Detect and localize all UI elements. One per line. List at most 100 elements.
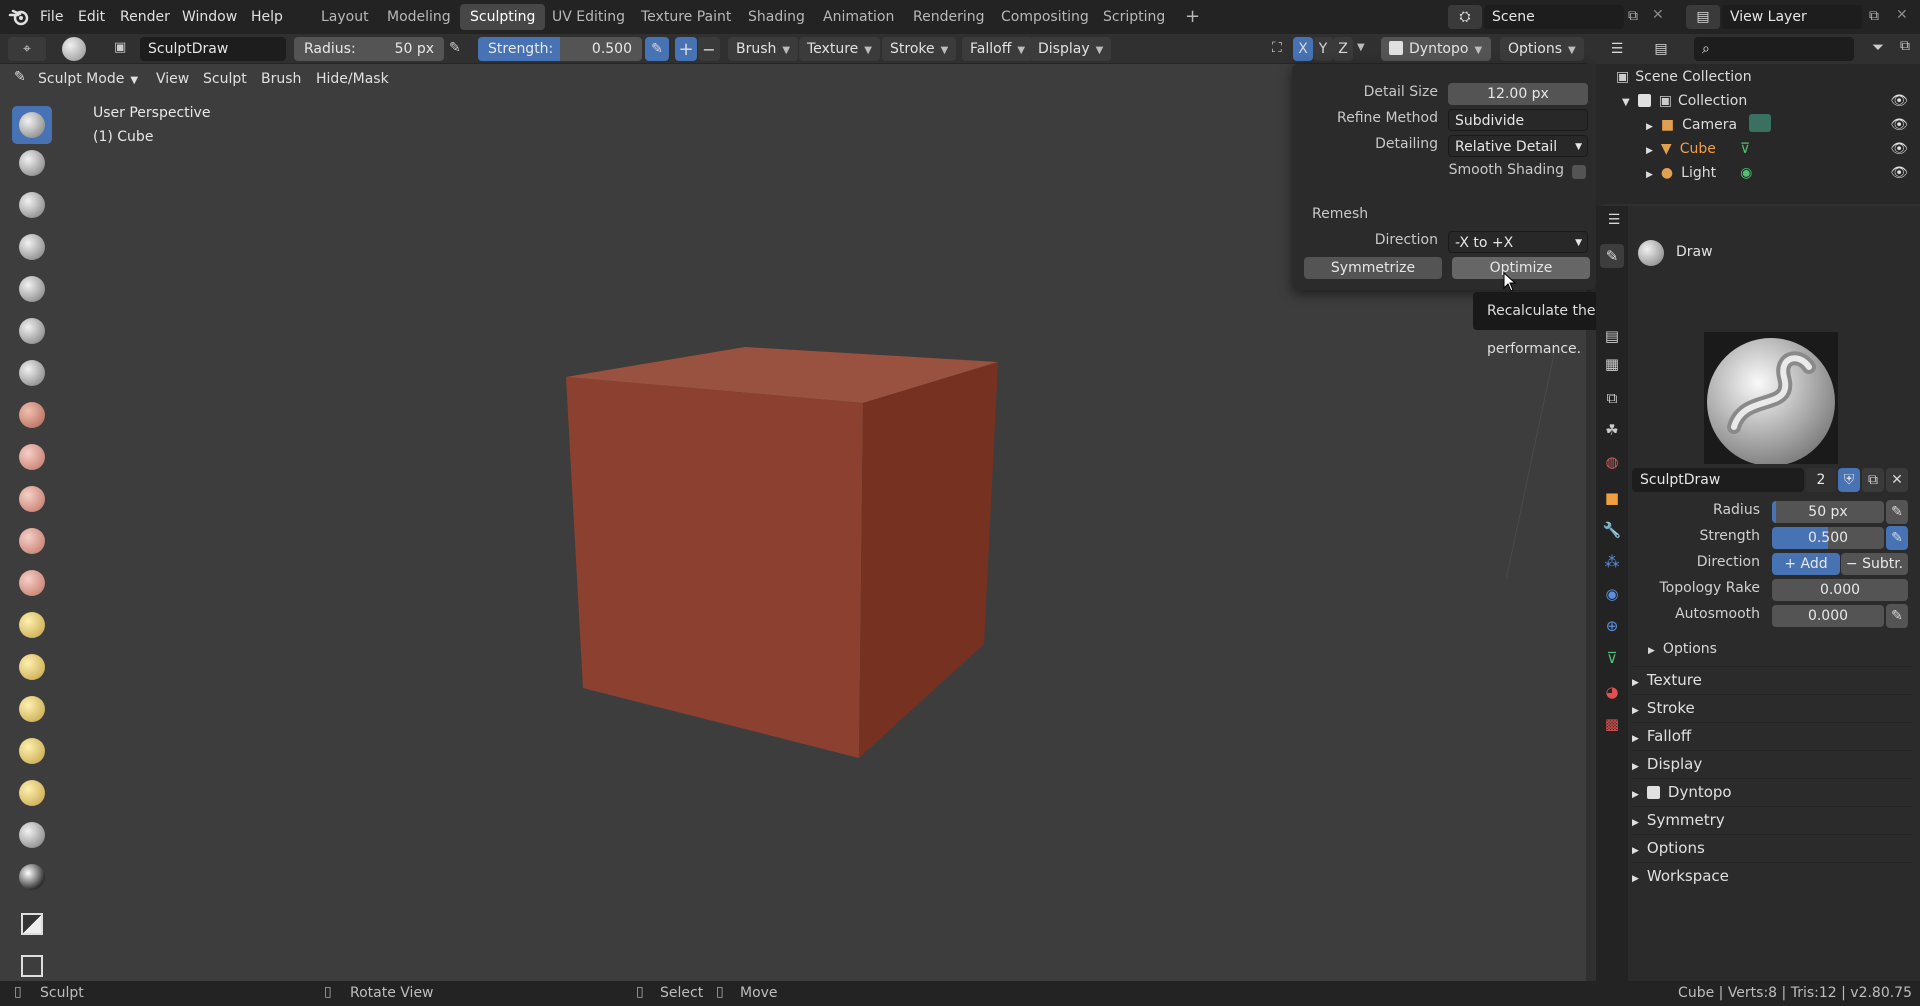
brush-datablock-icon[interactable]: ▣	[114, 40, 126, 55]
prop-direction-subtract-button[interactable]: − Subtr.	[1841, 553, 1908, 575]
delete-view-layer-icon[interactable]: ✕	[1896, 7, 1908, 23]
prop-direction-add-button[interactable]: + Add	[1772, 553, 1840, 575]
outliner-item-camera[interactable]: ▶ ■ Camera 👁	[1596, 113, 1920, 137]
new-view-layer-icon[interactable]: ⧉	[1869, 8, 1879, 24]
scene-name-field[interactable]: Scene	[1484, 5, 1624, 29]
scene-browse-icon[interactable]: ⛭	[1448, 5, 1482, 29]
eye-icon[interactable]: 👁	[1890, 161, 1908, 185]
tool-mask[interactable]	[12, 858, 52, 896]
unlink-brush-icon[interactable]: ✕	[1886, 468, 1908, 492]
panel-texture[interactable]: ▶ Texture	[1632, 666, 1912, 692]
properties-brush-name-field[interactable]: SculptDraw	[1632, 468, 1804, 492]
prop-autosmooth-field[interactable]: 0.000	[1772, 605, 1884, 627]
tool-inflate[interactable]	[12, 270, 52, 308]
tool-draw[interactable]	[12, 106, 52, 144]
panel-dyntopo[interactable]: ▶ Dyntopo	[1632, 778, 1912, 804]
tab-texture-icon[interactable]: ▩	[1600, 712, 1624, 736]
collection-checkbox[interactable]	[1637, 94, 1651, 107]
strength-pressure-icon[interactable]: ✎	[645, 37, 669, 61]
tool-crease[interactable]	[12, 354, 52, 392]
tab-constraints-icon[interactable]: ⊕	[1600, 614, 1624, 638]
tab-scripting[interactable]: Scripting	[1093, 4, 1175, 30]
direction-dropdown[interactable]: -X to +X ▼	[1448, 231, 1588, 253]
dyntopo-toggle[interactable]: Dyntopo ▼	[1381, 37, 1491, 61]
tab-texture-paint[interactable]: Texture Paint	[631, 4, 741, 30]
panel-falloff[interactable]: ▶ Falloff	[1632, 722, 1912, 748]
outliner-display-mode-icon[interactable]: ▤	[1644, 37, 1678, 61]
outliner-scene-collection[interactable]: ▣ Scene Collection	[1596, 65, 1920, 89]
menu-sculpt[interactable]: Sculpt	[203, 64, 247, 94]
axis-x-toggle[interactable]: X	[1293, 37, 1313, 61]
panel-symmetry[interactable]: ▶ Symmetry	[1632, 806, 1912, 832]
cube-object[interactable]	[560, 340, 1010, 760]
tool-clay-strips[interactable]	[12, 186, 52, 224]
delete-scene-icon[interactable]: ✕	[1652, 7, 1664, 23]
prop-autosmooth-pressure-icon[interactable]: ✎	[1886, 604, 1908, 628]
outliner-search-input[interactable]: ⌕	[1694, 37, 1854, 61]
tool-blob[interactable]	[12, 312, 52, 350]
new-scene-icon[interactable]: ⧉	[1628, 8, 1638, 24]
tab-physics-icon[interactable]: ◉	[1600, 582, 1624, 606]
radius-slider[interactable]: Radius: 50 px	[294, 37, 444, 61]
tab-world-icon[interactable]: ◍	[1600, 450, 1624, 474]
prop-topology-rake-field[interactable]: 0.000	[1772, 579, 1908, 601]
symmetrize-button[interactable]: Symmetrize	[1304, 257, 1442, 279]
falloff-dropdown[interactable]: Falloff ▼	[962, 37, 1034, 61]
tool-rotate[interactable]	[12, 774, 52, 812]
tab-particles-icon[interactable]: ⁂	[1600, 550, 1624, 574]
menu-file[interactable]: File	[40, 0, 63, 34]
tool-scrape[interactable]	[12, 522, 52, 560]
prop-radius-pressure-icon[interactable]: ✎	[1886, 500, 1908, 524]
tab-data-icon[interactable]: ⊽	[1600, 646, 1624, 670]
tab-material-icon[interactable]: ◕	[1600, 680, 1624, 704]
axis-y-toggle[interactable]: Y	[1313, 37, 1333, 61]
brush-name-field[interactable]: SculptDraw	[140, 37, 286, 61]
blender-logo-icon[interactable]	[8, 6, 30, 28]
eye-icon[interactable]: 👁	[1890, 113, 1908, 137]
tab-animation[interactable]: Animation	[813, 4, 904, 30]
outliner-item-cube[interactable]: ▶ ▼ Cube ⊽ 👁	[1596, 137, 1920, 161]
prop-radius-field[interactable]: 50 px	[1772, 501, 1884, 523]
refine-method-dropdown[interactable]: Subdivide Collapse▼	[1448, 109, 1588, 151]
menu-hide-mask[interactable]: Hide/Mask	[316, 64, 389, 94]
menu-brush[interactable]: Brush	[261, 64, 301, 94]
optimize-button[interactable]: Optimize	[1452, 257, 1590, 279]
stroke-dropdown[interactable]: Stroke ▼	[882, 37, 957, 61]
dyntopo-panel-checkbox[interactable]	[1646, 786, 1660, 799]
tool-grab[interactable]	[12, 606, 52, 644]
tool-layer[interactable]	[12, 228, 52, 266]
symmetry-lock-icon[interactable]: ⛶	[1272, 40, 1282, 56]
menu-edit[interactable]: Edit	[78, 0, 105, 34]
filter-icon[interactable]: ⏷	[1872, 38, 1884, 56]
axis-z-toggle[interactable]: Z	[1333, 37, 1353, 61]
menu-window[interactable]: Window	[182, 0, 237, 34]
tab-compositing[interactable]: Compositing	[991, 4, 1099, 30]
menu-render[interactable]: Render	[120, 0, 170, 34]
tool-clay[interactable]	[12, 144, 52, 182]
duplicate-brush-icon[interactable]: ⧉	[1862, 468, 1884, 492]
outliner-item-collection[interactable]: ▼ ▣ Collection 👁	[1596, 89, 1920, 113]
prop-strength-field[interactable]: 0.500	[1772, 527, 1884, 549]
panel-display[interactable]: ▶ Display	[1632, 750, 1912, 776]
add-workspace-button[interactable]: +	[1175, 4, 1210, 30]
tab-scene-icon[interactable]: ☘	[1600, 418, 1624, 442]
radius-pressure-icon[interactable]: ✎	[449, 40, 461, 56]
tab-modeling[interactable]: Modeling	[377, 4, 461, 30]
eye-icon[interactable]: 👁	[1890, 137, 1908, 161]
options-dropdown[interactable]: Options ▼	[1500, 37, 1584, 61]
brush-dropdown[interactable]: Brush ▼	[728, 37, 799, 61]
direction-subtract-button[interactable]: −	[698, 37, 720, 61]
tool-fill[interactable]	[12, 480, 52, 518]
view-layer-browse-icon[interactable]: ▤	[1686, 5, 1720, 29]
detailing-dropdown[interactable]: Relative Detail ▼	[1448, 135, 1588, 157]
fake-user-shield-icon[interactable]: ⛨	[1838, 468, 1860, 492]
tab-layout[interactable]: Layout	[311, 4, 379, 30]
tool-smooth[interactable]	[12, 396, 52, 434]
tool-simplify[interactable]	[12, 816, 52, 854]
panel-options[interactable]: ▶ Options	[1632, 834, 1912, 860]
direction-add-button[interactable]: +	[675, 37, 697, 61]
eye-icon[interactable]: 👁	[1890, 89, 1908, 113]
tool-box-hide[interactable]	[12, 947, 52, 985]
tab-rendering[interactable]: Rendering	[903, 4, 995, 30]
tab-view-layer-icon[interactable]: ⧉	[1600, 386, 1624, 410]
